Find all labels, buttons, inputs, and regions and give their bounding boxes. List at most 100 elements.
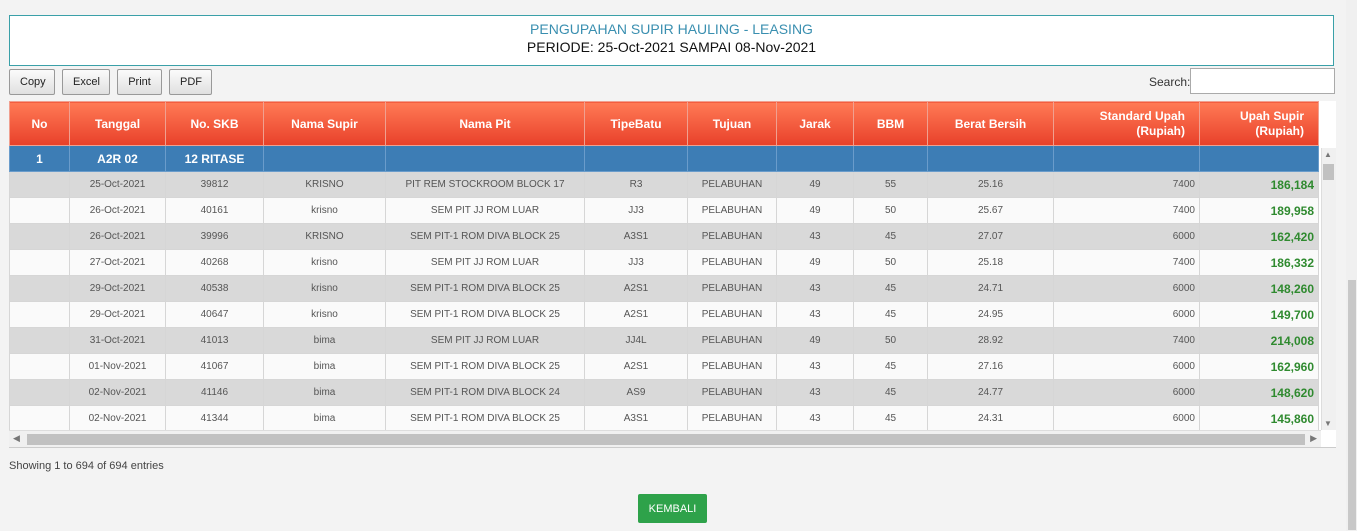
table-row[interactable]: 26-Oct-2021 40161 krisno SEM PIT JJ ROM LUA… [9,197,1319,224]
cell-tanggal: 29-Oct-2021 [69,275,166,302]
cell-tujuan: PELABUHAN [687,275,777,302]
table-header-row: No Tanggal No. SKB Nama Supir Nama Pit T… [9,101,1319,146]
cell-tujuan: PELABUHAN [687,197,777,224]
table-row[interactable]: 31-Oct-2021 41013 bima SEM PIT JJ ROM LUAR J… [9,327,1319,354]
cell-tanggal: 27-Oct-2021 [69,249,166,276]
scroll-left-arrow-icon[interactable]: ◀ [13,433,20,444]
cell-jarak: 49 [776,197,854,224]
print-button[interactable]: Print [117,69,162,95]
table-row[interactable]: 02-Nov-2021 41146 bima SEM PIT-1 ROM DIVA B… [9,379,1319,406]
cell-tujuan: PELABUHAN [687,171,777,198]
search-input[interactable] [1190,68,1335,94]
scroll-up-arrow-icon[interactable]: ▲ [1324,150,1332,159]
table-row[interactable]: 01-Nov-2021 41067 bima SEM PIT-1 ROM DIVA B… [9,353,1319,380]
cell-upah-supir: 145,860 [1199,405,1319,432]
cell-no-skb: 41013 [165,327,264,354]
cell-bbm: 45 [853,379,928,406]
cell-standard-upah: 6000 [1053,301,1200,328]
table-vertical-scrollbar[interactable]: ▲ ▼ [1321,148,1336,430]
horizontal-scroll-thumb[interactable] [27,434,1305,445]
cell-standard-upah: 6000 [1053,223,1200,250]
cell-bbm: 45 [853,223,928,250]
cell-jarak: 43 [776,405,854,432]
excel-button[interactable]: Excel [62,69,110,95]
page-scrollbar[interactable] [1346,0,1357,531]
column-header-tanggal[interactable]: Tanggal [69,101,166,146]
pdf-button[interactable]: PDF [169,69,212,95]
cell-nama-supir: bima [263,405,386,432]
cell-tujuan: PELABUHAN [687,249,777,276]
group-cell [1053,145,1200,172]
column-header-no[interactable]: No [9,101,70,146]
cell-tipe-batu: A2S1 [584,301,688,328]
cell-bbm: 45 [853,275,928,302]
cell-upah-supir: 148,260 [1199,275,1319,302]
column-header-standard-upah[interactable]: Standard Upah (Rupiah) [1053,101,1200,146]
column-header-no-skb[interactable]: No. SKB [165,101,264,146]
cell-tipe-batu: R3 [584,171,688,198]
cell-nama-pit: SEM PIT-1 ROM DIVA BLOCK 25 [385,301,585,328]
group-row: 1 A2R 02 12 RITASE [9,145,1319,172]
vertical-scroll-thumb[interactable] [1323,164,1334,180]
cell-no [9,327,70,354]
cell-tanggal: 01-Nov-2021 [69,353,166,380]
cell-tanggal: 29-Oct-2021 [69,301,166,328]
cell-no [9,223,70,250]
cell-no [9,249,70,276]
column-header-nama-supir[interactable]: Nama Supir [263,101,386,146]
group-cell [776,145,854,172]
cell-berat-bersih: 28.92 [927,327,1054,354]
cell-nama-supir: bima [263,379,386,406]
cell-berat-bersih: 24.95 [927,301,1054,328]
scroll-right-arrow-icon[interactable]: ▶ [1310,433,1317,444]
cell-bbm: 45 [853,301,928,328]
kembali-button[interactable]: KEMBALI [638,494,707,523]
cell-jarak: 43 [776,275,854,302]
cell-tipe-batu: A3S1 [584,223,688,250]
cell-bbm: 50 [853,197,928,224]
cell-tujuan: PELABUHAN [687,379,777,406]
cell-no-skb: 40647 [165,301,264,328]
table-row[interactable]: 29-Oct-2021 40647 krisno SEM PIT-1 ROM DIVA… [9,301,1319,328]
cell-no-skb: 41067 [165,353,264,380]
cell-tujuan: PELABUHAN [687,353,777,380]
cell-standard-upah: 7400 [1053,197,1200,224]
cell-berat-bersih: 25.67 [927,197,1054,224]
column-header-berat-bersih[interactable]: Berat Bersih [927,101,1054,146]
group-cell [927,145,1054,172]
page-scroll-thumb[interactable] [1348,280,1356,530]
cell-standard-upah: 6000 [1053,379,1200,406]
column-header-tujuan[interactable]: Tujuan [687,101,777,146]
cell-tanggal: 31-Oct-2021 [69,327,166,354]
column-header-upah-supir[interactable]: Upah Supir (Rupiah) [1199,101,1319,146]
cell-tujuan: PELABUHAN [687,301,777,328]
column-header-tipe-batu[interactable]: TipeBatu [584,101,688,146]
copy-button[interactable]: Copy [9,69,55,95]
scroll-down-arrow-icon[interactable]: ▼ [1324,419,1332,428]
table-row[interactable]: 27-Oct-2021 40268 krisno SEM PIT JJ ROM LUA… [9,249,1319,276]
cell-nama-pit: SEM PIT-1 ROM DIVA BLOCK 25 [385,353,585,380]
cell-berat-bersih: 25.16 [927,171,1054,198]
cell-no-skb: 40538 [165,275,264,302]
cell-berat-bersih: 24.77 [927,379,1054,406]
table-row[interactable]: 02-Nov-2021 41344 bima SEM PIT-1 ROM DIVA B… [9,405,1319,432]
column-header-bbm[interactable]: BBM [853,101,928,146]
cell-upah-supir: 149,700 [1199,301,1319,328]
table-horizontal-scrollbar[interactable]: ◀ ▶ [9,430,1321,447]
column-header-jarak[interactable]: Jarak [776,101,854,146]
cell-berat-bersih: 27.16 [927,353,1054,380]
cell-nama-pit: SEM PIT-1 ROM DIVA BLOCK 25 [385,405,585,432]
table-row[interactable]: 29-Oct-2021 40538 krisno SEM PIT-1 ROM DIVA… [9,275,1319,302]
cell-tujuan: PELABUHAN [687,327,777,354]
table-row[interactable]: 26-Oct-2021 39996 KRISNO SEM PIT-1 ROM DIVA… [9,223,1319,250]
report-header: PENGUPAHAN SUPIR HAULING - LEASING PERIO… [9,15,1334,66]
column-header-nama-pit[interactable]: Nama Pit [385,101,585,146]
table-row[interactable]: 25-Oct-2021 39812 KRISNO PIT REM STOCKROOM … [9,171,1319,198]
report-title: PENGUPAHAN SUPIR HAULING - LEASING [530,21,813,37]
cell-upah-supir: 162,960 [1199,353,1319,380]
cell-bbm: 45 [853,405,928,432]
cell-no [9,197,70,224]
cell-jarak: 43 [776,379,854,406]
cell-nama-pit: SEM PIT-1 ROM DIVA BLOCK 25 [385,223,585,250]
cell-nama-supir: bima [263,327,386,354]
